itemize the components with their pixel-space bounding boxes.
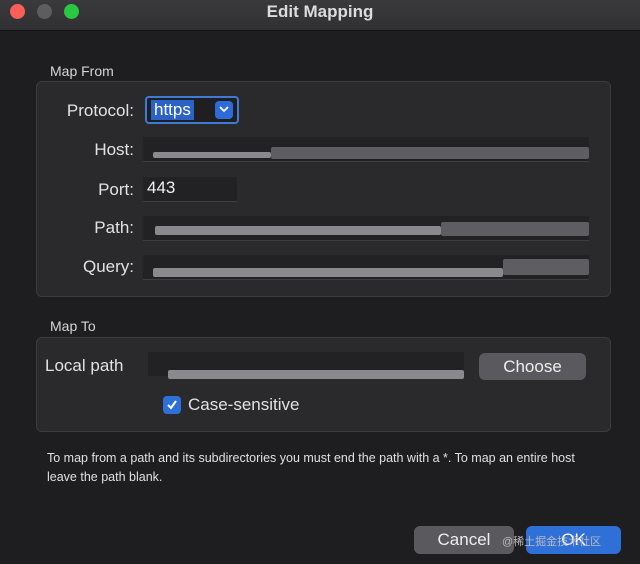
host-redacted — [153, 152, 271, 158]
query-redacted — [153, 268, 503, 277]
port-input[interactable]: 443 — [143, 177, 237, 202]
local-path-input[interactable] — [148, 352, 464, 379]
map-to-label: Map To — [50, 318, 96, 334]
checkmark-icon — [167, 400, 177, 410]
cancel-button[interactable]: Cancel — [414, 526, 514, 554]
window-title: Edit Mapping — [266, 2, 374, 21]
query-redacted-2 — [503, 259, 589, 275]
title-bar: Edit Mapping — [0, 0, 640, 31]
host-input[interactable] — [143, 137, 589, 162]
host-label: Host: — [94, 140, 134, 159]
chevron-down-icon — [215, 101, 233, 119]
choose-button[interactable]: Choose — [479, 353, 586, 380]
path-redacted — [155, 226, 441, 235]
watermark: @稀土掘金技术社区 — [502, 536, 602, 548]
protocol-label: Protocol: — [66, 101, 134, 120]
path-label: Path: — [94, 218, 134, 237]
host-redacted-2 — [271, 147, 589, 159]
case-sensitive-checkbox[interactable] — [163, 396, 181, 414]
query-input[interactable] — [143, 255, 589, 280]
map-from-label: Map From — [50, 63, 114, 79]
query-label: Query: — [82, 257, 134, 276]
path-input[interactable] — [143, 216, 589, 241]
path-redacted-2 — [441, 222, 589, 236]
protocol-select[interactable]: https — [145, 96, 239, 124]
protocol-value: https — [151, 100, 194, 120]
port-label: Port: — [98, 180, 134, 199]
case-sensitive-label: Case-sensitive — [188, 395, 300, 414]
local-path-label: Local path — [45, 356, 124, 375]
help-note: To map from a path and its subdirectorie… — [47, 451, 575, 484]
local-path-redacted — [168, 370, 464, 379]
port-value: 443 — [147, 178, 176, 197]
